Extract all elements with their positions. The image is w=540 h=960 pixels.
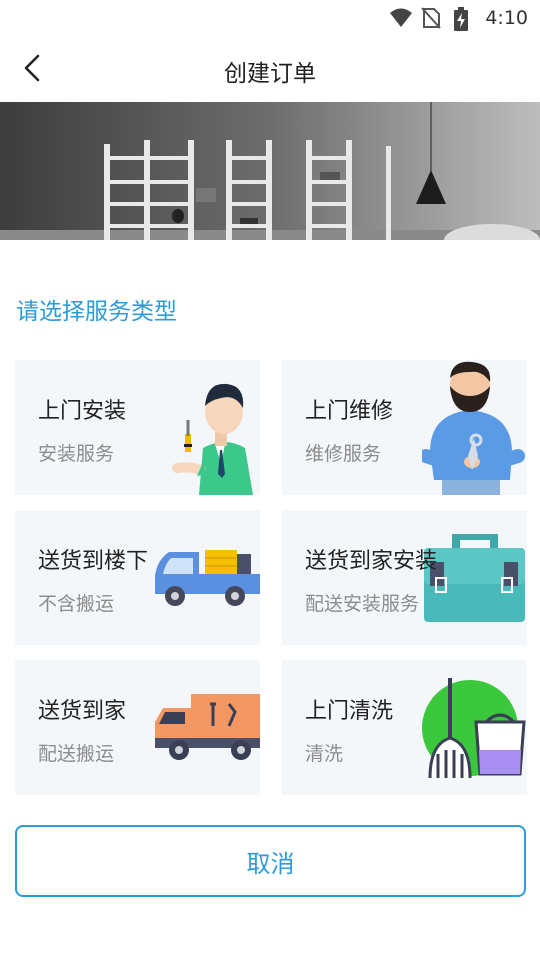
service-card-deliver-home[interactable]: 送货到家 配送搬运 xyxy=(15,660,260,795)
service-title: 送货到家安装 xyxy=(305,549,438,574)
service-subtitle: 安装服务 xyxy=(38,443,115,465)
installer-man-icon xyxy=(163,374,259,495)
toolbox-icon xyxy=(422,532,527,628)
battery-charging-icon xyxy=(453,7,475,31)
service-subtitle: 配送搬运 xyxy=(38,743,115,765)
broom-bucket-icon xyxy=(420,678,527,784)
service-title: 上门清洗 xyxy=(305,699,394,724)
service-subtitle: 维修服务 xyxy=(305,443,382,465)
repairman-icon xyxy=(419,360,527,495)
cancel-button[interactable]: 取消 xyxy=(15,825,526,897)
pickup-truck-icon xyxy=(153,546,260,612)
service-subtitle: 配送安装服务 xyxy=(305,593,420,615)
delivery-truck-icon xyxy=(155,694,260,768)
service-title: 上门维修 xyxy=(305,399,394,424)
nav-bar: 创建订单 xyxy=(0,36,540,102)
service-card-install[interactable]: 上门安装 安装服务 xyxy=(15,360,260,495)
service-title: 上门安装 xyxy=(38,399,127,424)
section-title: 请选择服务类型 xyxy=(16,299,177,325)
no-sim-icon xyxy=(421,7,443,29)
service-card-repair[interactable]: 上门维修 维修服务 xyxy=(282,360,527,495)
page-title: 创建订单 xyxy=(224,61,316,87)
service-subtitle: 不含搬运 xyxy=(38,593,115,615)
service-title: 送货到楼下 xyxy=(38,549,149,574)
service-subtitle: 清洗 xyxy=(305,743,344,765)
status-icons: 4:10 xyxy=(389,6,528,31)
status-time: 4:10 xyxy=(485,7,528,29)
status-bar: 4:10 xyxy=(0,0,540,36)
service-title: 送货到家 xyxy=(38,699,127,724)
wifi-icon xyxy=(389,7,413,29)
banner-image xyxy=(0,102,540,240)
service-card-deliver-install[interactable]: 送货到家安装 配送安装服务 xyxy=(282,510,527,645)
service-card-deliver-downstairs[interactable]: 送货到楼下 不含搬运 xyxy=(15,510,260,645)
service-card-cleaning[interactable]: 上门清洗 清洗 xyxy=(282,660,527,795)
